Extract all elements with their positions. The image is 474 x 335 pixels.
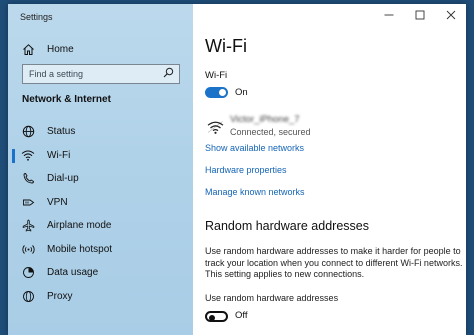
network-status: Connected, secured — [230, 127, 311, 137]
sidebar-item-label: Data usage — [47, 267, 99, 279]
wifi-toggle[interactable] — [205, 87, 228, 98]
window-controls — [373, 4, 466, 26]
connected-network[interactable]: Victor_iPhone_7 Connected, secured — [205, 114, 455, 144]
manage-known-networks-link[interactable]: Manage known networks — [205, 187, 305, 197]
random-hardware-addresses-toggle[interactable] — [205, 311, 228, 322]
proxy-icon — [20, 290, 36, 303]
sidebar-item-dialup[interactable]: Dial-up — [8, 167, 193, 191]
globe-icon — [20, 125, 36, 138]
home-icon — [20, 43, 36, 56]
sidebar-item-label: Airplane mode — [47, 220, 112, 232]
sidebar-section-title: Network & Internet — [22, 94, 111, 105]
phone-icon — [20, 172, 36, 185]
sidebar-item-label: Status — [47, 126, 76, 138]
home-nav-item[interactable]: Home — [16, 38, 186, 60]
sidebar-item-mobile-hotspot[interactable]: Mobile hotspot — [8, 238, 193, 262]
sidebar-nav: Status Wi-Fi Dial-up VPN Airplane mode M… — [8, 120, 193, 308]
sidebar-item-label: Wi-Fi — [47, 149, 71, 161]
wifi-toggle-state: On — [235, 87, 248, 98]
wifi-icon — [20, 149, 36, 161]
toggle-knob — [219, 89, 226, 96]
search-placeholder: Find a setting — [29, 69, 84, 79]
sidebar-item-status[interactable]: Status — [8, 120, 193, 144]
hardware-properties-link[interactable]: Hardware properties — [205, 165, 287, 175]
vpn-icon — [20, 196, 36, 209]
wifi-toggle-label: Wi-Fi — [205, 70, 228, 81]
wifi-signal-icon — [207, 120, 224, 139]
airplane-icon — [20, 219, 36, 232]
sidebar-item-proxy[interactable]: Proxy — [8, 285, 193, 309]
random-hardware-addresses-description: Use random hardware addresses to make it… — [205, 246, 463, 279]
sidebar-item-data-usage[interactable]: Data usage — [8, 261, 193, 285]
sidebar-item-label: Proxy — [47, 290, 73, 302]
home-label: Home — [47, 43, 74, 55]
show-available-networks-link[interactable]: Show available networks — [205, 143, 304, 153]
sidebar-item-airplane-mode[interactable]: Airplane mode — [8, 214, 193, 238]
toggle-knob — [209, 314, 215, 321]
hotspot-icon — [20, 243, 36, 256]
maximize-icon[interactable] — [404, 4, 435, 26]
random-hardware-addresses-toggle-label: Use random hardware addresses — [205, 293, 339, 303]
sidebar-item-vpn[interactable]: VPN — [8, 191, 193, 215]
network-name: Victor_iPhone_7 — [230, 114, 300, 125]
sidebar-item-label: Mobile hotspot — [47, 243, 113, 255]
sidebar-item-wifi[interactable]: Wi-Fi — [8, 144, 193, 168]
page-title: Wi-Fi — [205, 36, 247, 56]
settings-window: Settings Home Find a setting Network & I… — [8, 4, 466, 335]
sidebar: Settings Home Find a setting Network & I… — [8, 4, 193, 335]
sidebar-item-label: VPN — [47, 196, 68, 208]
minimize-icon[interactable] — [373, 4, 404, 26]
search-icon[interactable] — [163, 65, 174, 83]
sidebar-item-label: Dial-up — [47, 173, 79, 185]
search-input[interactable]: Find a setting — [22, 64, 180, 84]
random-hardware-addresses-heading: Random hardware addresses — [205, 219, 369, 233]
window-title: Settings — [20, 12, 53, 22]
random-hardware-addresses-state: Off — [235, 310, 248, 321]
main-content: Wi-Fi Wi-Fi On Victor_iPhone_7 Connected… — [193, 26, 466, 335]
close-icon[interactable] — [435, 4, 466, 26]
data-usage-icon — [20, 266, 36, 279]
